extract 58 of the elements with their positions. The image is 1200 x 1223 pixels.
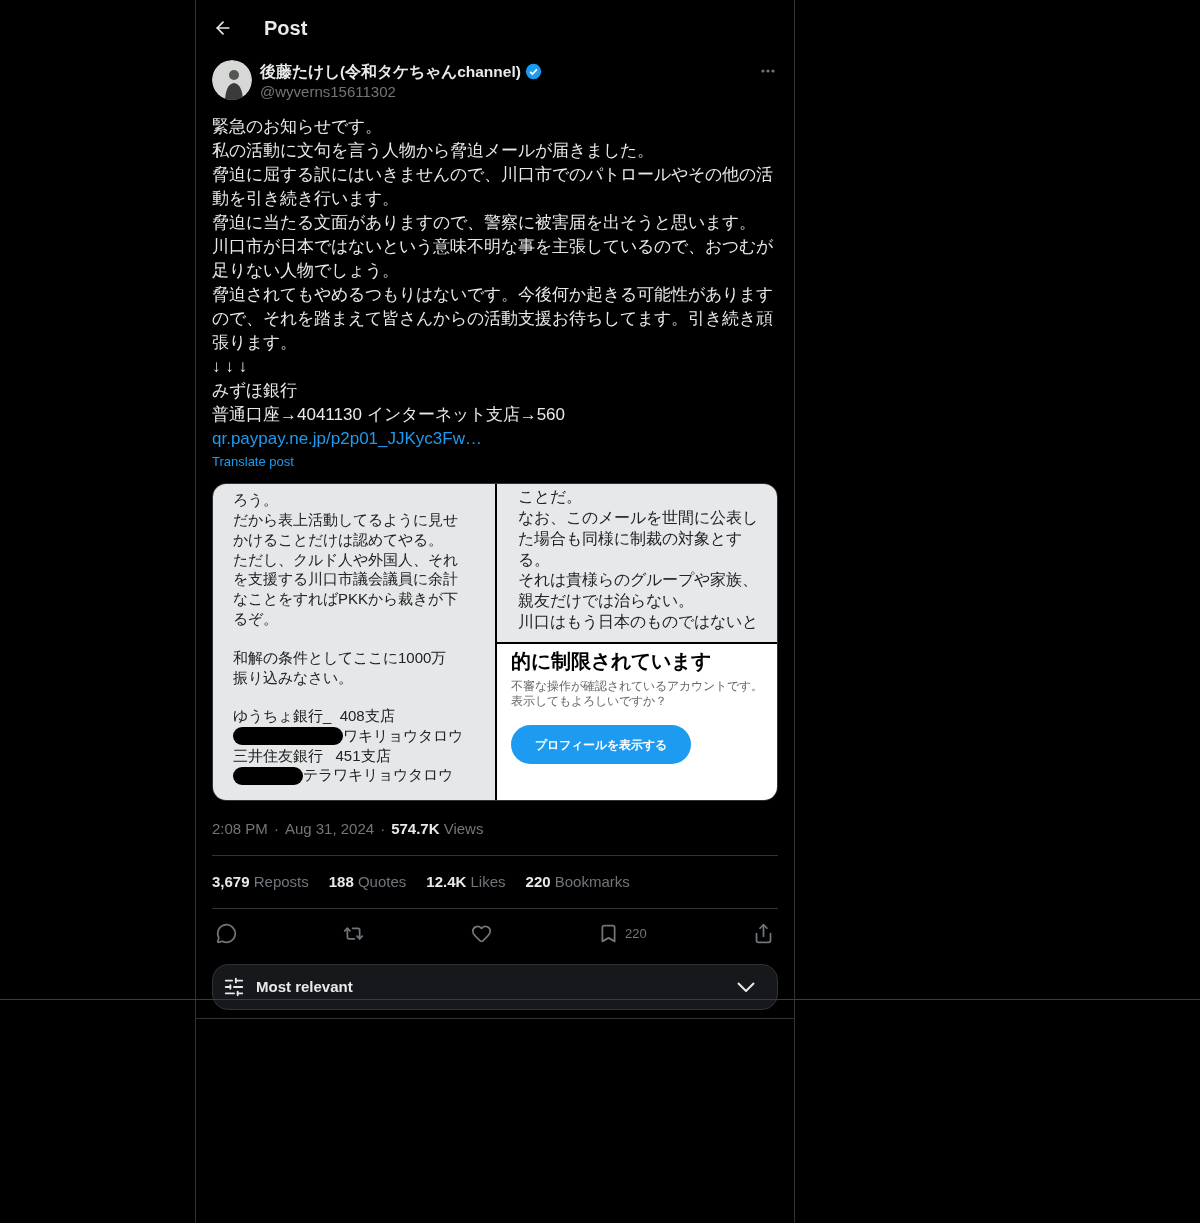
stat-link[interactable]: 220 Bookmarks [525,871,630,894]
profile-warning-screenshot[interactable]: 的に制限されています 不審な操作が確認されているアカウントです。表示してもよろしいですか？ プロフィールを表示する [497,644,777,801]
post-text: みずほ銀行 [212,380,298,403]
reply-button[interactable] [216,923,237,945]
message-text: た場合も同様に制裁の対象とす [518,528,742,549]
message-text: ろう。 [233,490,278,511]
message-text: それは貴様らのグループや家族、 [518,570,758,591]
sliders-icon [223,976,245,999]
message-text: 振り込みなさい。 [233,667,353,688]
chevron-down-icon [737,982,755,993]
post-text: 私の活動に文句を言う人物から脅迫メールが届きました。 [212,140,655,163]
avatar[interactable] [212,60,252,100]
message-screenshot[interactable]: ことだ。 なお、このメールを世間に公表し た場合も同様に制裁の対象とす る。 それは貴様らのグループや家族、 親友だけでは治らない。 川口はもう日本のものではないと [497,484,777,643]
page-title: Post [264,15,308,41]
message-screenshot[interactable]: ろう。 だから表上活動してるように見せ かけることだけは認めてやる。 ただし、クルド人や外国人、それ を支援する川口市議会議員に余計 なことをすればPKKから裁きが下 るぞ。 和解の条件としてここに1000万 振り込みなさい。 ゆうちょ銀行_ 408支店 ワキリョウタロウ 三井住友銀行 451支店 テラワキリョウタロウ [213,484,495,801]
message-text: なお、このメールを世間に公表し [518,508,758,529]
stat-link[interactable]: 188 Quotes [328,871,407,894]
post-text: ↓ ↓ ↓ [212,356,248,379]
translate-link[interactable]: Translate post [212,453,294,472]
separator-dot: · [380,819,386,839]
post-text: 緊急のお知らせです。 [212,116,383,139]
message-text: かけることだけは認めてやる。 [233,529,443,550]
post-text: 川口市が日本ではないという意味不明な事を主張しているので、おつむが足りない人物でしょう。 [212,236,774,283]
warning-title: 的に制限されています [511,649,712,675]
stat-link[interactable]: 3,679 Reposts [212,871,309,894]
message-text: を支援する川口市議会議員に余計 [233,569,458,590]
post-date[interactable]: Aug 31, 2024 [284,818,375,841]
post-text: 脅迫に屈する訳にはいきませんので、川口市でのパトロールやその他の活動を引き続き行います。 [212,164,774,211]
separator-dot: · [273,819,279,839]
message-text: ことだ。 [518,487,582,508]
message-text: ワキリョウタロウ [343,725,463,746]
message-text: 三井住友銀行 451支店 [233,745,391,766]
message-text: 川口はもう日本のものではないと [518,612,758,633]
author-handle[interactable]: @wyverns15611302 [260,83,750,102]
sort-dropdown[interactable]: Most relevant [212,964,778,1011]
heart-icon [470,923,492,945]
post-text: 脅迫されてもやめるつもりはないです。今後何か起きる可能性がありますので、それを踏まえて皆さんからの活動支援お待ちしてます。引き続き頑張ります。 [212,284,774,355]
stat-link[interactable]: 12.4K Likes [426,871,506,894]
message-text: テラワキリョウタロウ [303,765,453,786]
message-text: ただし、クルド人や外国人、それ [233,549,458,570]
message-text: る。 [518,549,550,570]
post-text: 脅迫に当たる文面がありますので、警察に被害届を出そうと思います。 [212,212,757,235]
post-text: 普通口座→4041130 インターネット支店→560 [212,404,566,427]
bookmark-button[interactable]: 220 [597,923,647,945]
post-link[interactable]: qr.paypay.ne.jp/p2p01_JJKyc3Fw… [212,427,482,452]
view-count: 574.7K Views [391,819,484,839]
message-text: だから表上活動してるように見せ [233,510,458,530]
post-time[interactable]: 2:08 PM [212,818,268,841]
message-text: ゆうちょ銀行_ 408支店 [233,706,395,727]
warning-text: 不審な操作が確認されているアカウントです。表示してもよろしいですか？ [511,679,764,710]
more-icon [761,69,775,73]
message-text: 和解の条件としてここに1000万 [233,647,447,668]
author-name[interactable]: 後藤たけし(令和タケちゃんchannel) [260,60,521,84]
like-button[interactable] [470,923,492,945]
message-text: るぞ。 [233,609,278,629]
message-text: なことをすればPKKから裁きが下 [233,589,458,610]
message-text: 親友だけでは治らない。 [518,591,694,612]
reply-icon [216,923,237,945]
